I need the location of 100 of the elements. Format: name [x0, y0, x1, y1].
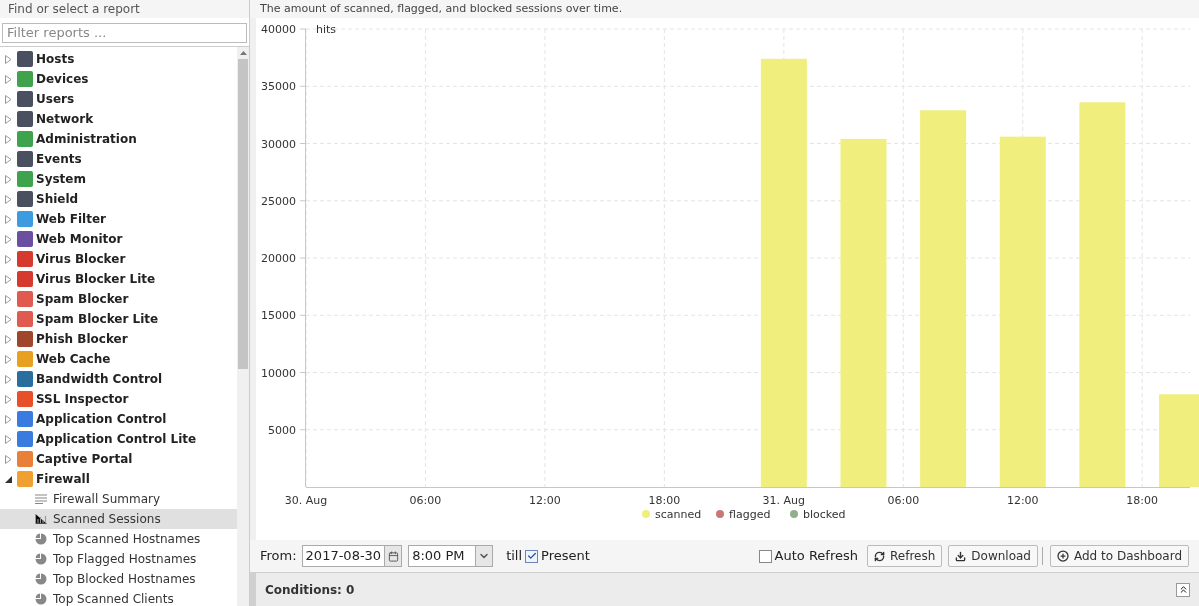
tree-item-label: Bandwidth Control	[36, 371, 163, 388]
present-label: Present	[541, 547, 590, 566]
y-tick-label: 10000	[261, 366, 296, 380]
tree-item-label: Web Filter	[36, 211, 106, 228]
tree-item[interactable]: Web Monitor	[0, 229, 237, 249]
auto-refresh-label: Auto Refresh	[774, 547, 858, 566]
pie-chart-icon	[35, 593, 47, 605]
y-tick-label: 5000	[268, 423, 296, 437]
download-icon	[955, 550, 967, 562]
report-label: Top Scanned Clients	[53, 591, 174, 606]
pie-chart-icon	[35, 573, 47, 585]
tree-item-label: Web Cache	[36, 351, 111, 368]
x-tick-label: 31. Aug	[762, 494, 806, 507]
tree-item-label: Firewall	[36, 471, 90, 488]
tree-item[interactable]: Shield	[0, 189, 237, 209]
legend-label: blocked	[803, 508, 846, 521]
tree-item[interactable]: Application Control Lite	[0, 429, 237, 449]
sidebar-title: Find or select a report	[8, 3, 140, 15]
from-label: From:	[260, 547, 297, 566]
report-item[interactable]: Top Scanned Hostnames	[0, 529, 237, 549]
tree-item-label: Hosts	[36, 51, 75, 68]
y-tick-label: 20000	[261, 252, 296, 265]
scrollbar[interactable]	[237, 47, 249, 606]
tree-item-label: Network	[36, 111, 94, 128]
tree-item-label: Web Monitor	[36, 231, 123, 248]
tree-item[interactable]: Phish Blocker	[0, 329, 237, 349]
scroll-up-arrow-icon[interactable]	[239, 51, 247, 55]
till-label: till	[506, 547, 523, 566]
add-button[interactable]: Add to Dashboard	[1050, 545, 1189, 567]
tree-item[interactable]: Network	[0, 109, 237, 129]
tree-item[interactable]: Web Filter	[0, 209, 237, 229]
calendar-icon[interactable]	[387, 550, 399, 562]
x-tick-label: 12:00	[529, 494, 561, 507]
report-item[interactable]: Top Scanned Clients	[0, 589, 237, 606]
tree-item[interactable]: Virus Blocker	[0, 249, 237, 269]
tree-item-label: Administration	[36, 131, 137, 148]
x-tick-label: 18:00	[648, 494, 681, 507]
tree-item-label: Users	[36, 91, 75, 108]
bar-chart-icon	[35, 514, 47, 524]
tree-item[interactable]: Spam Blocker	[0, 289, 237, 309]
legend-item[interactable]: blocked	[790, 508, 846, 521]
report-item[interactable]: Top Blocked Hostnames	[0, 569, 237, 589]
tree-item[interactable]: Hosts	[0, 49, 237, 69]
report-label: Top Blocked Hostnames	[53, 571, 196, 588]
present-checkbox[interactable]	[525, 549, 539, 563]
report-label: Top Flagged Hostnames	[53, 551, 197, 568]
collapse-triangle-icon[interactable]	[5, 475, 12, 483]
pie-chart-icon	[35, 533, 47, 545]
x-tick-label: 06:00	[887, 494, 920, 507]
report-label: Scanned Sessions	[53, 511, 161, 528]
x-tick-label: 18:00	[1126, 494, 1159, 507]
tree-item[interactable]: Events	[0, 149, 237, 169]
tree-item-label: SSL Inspector	[36, 391, 129, 408]
report-label: Firewall Summary	[53, 491, 161, 508]
legend-item[interactable]: scanned	[642, 508, 702, 521]
tree-item[interactable]: Firewall	[0, 469, 237, 489]
tree-item[interactable]: Virus Blocker Lite	[0, 269, 237, 289]
tree-item-label: Spam Blocker	[36, 291, 129, 308]
tree-item-label: Captive Portal	[36, 451, 133, 468]
tree-item[interactable]: Users	[0, 89, 237, 109]
tree-item[interactable]: Captive Portal	[0, 449, 237, 469]
pie-chart-icon	[35, 553, 47, 565]
tree-item[interactable]: Devices	[0, 69, 237, 89]
filter-field[interactable]: Filter reports ...	[2, 22, 247, 43]
tree-item-label: Phish Blocker	[36, 331, 128, 348]
tree-item-label: Shield	[36, 191, 79, 208]
tree-item-label: System	[36, 171, 86, 188]
x-tick-label: 30. Aug	[284, 494, 328, 507]
tree-item[interactable]: SSL Inspector	[0, 389, 237, 409]
legend-label: scanned	[655, 508, 702, 521]
report-description: The amount of scanned, flagged, and blocked sessions over time.	[260, 0, 623, 17]
report-item[interactable]: Top Flagged Hostnames	[0, 549, 237, 569]
y-tick-label: 35000	[261, 80, 296, 94]
auto-refresh-checkbox[interactable]	[758, 549, 772, 563]
date-field[interactable]: 2017-08-30	[301, 545, 403, 567]
tree-item-label: Devices	[36, 71, 89, 88]
legend-label: flagged	[729, 508, 771, 521]
collapse-button[interactable]	[1176, 582, 1190, 597]
y-tick-label: 30000	[261, 137, 296, 151]
add-icon	[1057, 550, 1069, 562]
download-button[interactable]: Download	[948, 545, 1038, 567]
time-field[interactable]: 8:00 PM	[408, 545, 494, 567]
tree-item[interactable]: Application Control	[0, 409, 237, 429]
x-tick-label: 06:00	[409, 494, 442, 507]
report-item[interactable]: Scanned Sessions	[0, 509, 237, 529]
tree-item-label: Virus Blocker	[36, 251, 126, 268]
tree-item[interactable]: System	[0, 169, 237, 189]
tree-item[interactable]: Web Cache	[0, 349, 237, 369]
tree-item[interactable]: Spam Blocker Lite	[0, 309, 237, 329]
tree-item-label: Spam Blocker Lite	[36, 311, 159, 328]
report-item[interactable]: Firewall Summary	[0, 489, 237, 509]
refresh-button[interactable]: Refresh	[867, 545, 943, 567]
tree-item[interactable]: Administration	[0, 129, 237, 149]
tree-item-label: Application Control Lite	[36, 431, 197, 448]
y-tick-label: 40000	[261, 23, 296, 36]
lines-icon	[35, 494, 47, 504]
report-label: Top Scanned Hostnames	[53, 531, 201, 548]
tree-item[interactable]: Bandwidth Control	[0, 369, 237, 389]
legend-item[interactable]: flagged	[716, 508, 771, 521]
tree-item-label: Virus Blocker Lite	[36, 271, 156, 288]
